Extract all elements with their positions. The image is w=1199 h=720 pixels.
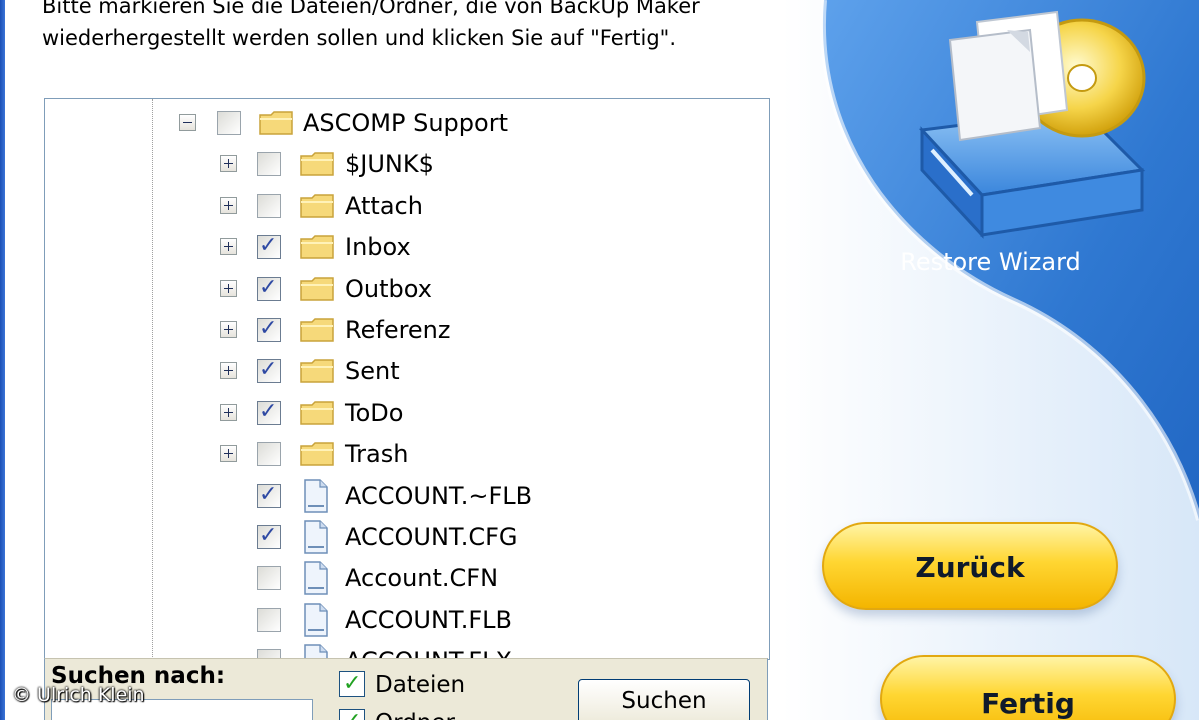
tree-item-folder[interactable]: Trash [45, 434, 725, 474]
checkmark-icon: ✓ [259, 274, 278, 300]
tree-item-folder[interactable]: ✓ Inbox [45, 227, 725, 267]
tree-checkbox[interactable]: ✓ [257, 398, 281, 425]
tree-item-label: $JUNK$ [345, 150, 434, 179]
folder-icon [300, 359, 334, 384]
checkmark-icon: ✓ [259, 481, 278, 507]
folder-icon [300, 235, 334, 259]
file-icon [304, 603, 328, 637]
collapse-icon[interactable] [179, 114, 196, 131]
tree-item-file[interactable]: ACCOUNT.FLB [45, 600, 725, 640]
tree-item-file[interactable]: ✓ ACCOUNT.~FLB [45, 476, 725, 516]
tree-item-folder[interactable]: Attach [45, 186, 725, 226]
back-button-label: Zurück [915, 551, 1025, 584]
checkmark-icon: ✓ [259, 523, 278, 548]
tree-checkbox[interactable]: ✓ [257, 481, 281, 508]
expand-icon[interactable] [220, 403, 237, 421]
tree-item-label: Sent [345, 357, 400, 386]
tree-item-folder[interactable]: ✓ ToDo [45, 393, 725, 433]
option-files-label: Dateien [375, 672, 466, 698]
tree-item-folder[interactable]: ✓ Outbox [45, 269, 725, 309]
folder-icon [259, 111, 293, 135]
search-panel: Suchen nach: ✓ Dateien ✓ Ordner Suchen [44, 658, 768, 720]
checkmark-icon: ✓ [343, 707, 361, 720]
tree-checkbox[interactable] [257, 566, 281, 591]
tree-item-label: Referenz [345, 316, 451, 344]
search-button[interactable]: Suchen [578, 679, 750, 720]
checkmark-icon: ✓ [259, 316, 278, 341]
file-icon [304, 561, 328, 596]
expand-icon[interactable] [220, 238, 237, 256]
tree-item-label: Attach [345, 191, 423, 220]
tree-checkbox[interactable]: ✓ [257, 316, 281, 342]
finish-button[interactable]: Fertig [880, 655, 1176, 720]
file-icon [304, 520, 328, 554]
folder-icon [300, 194, 334, 218]
option-folders-label: Ordner [375, 709, 455, 720]
tree-item-root[interactable]: ASCOMP Support [45, 103, 725, 143]
tree-checkbox[interactable]: ✓ [257, 357, 281, 384]
tree-checkbox[interactable] [217, 111, 241, 135]
restore-wizard-window: Bitte markieren Sie die Dateien/Ordner, … [0, 0, 1199, 720]
checkmark-icon: ✓ [343, 671, 362, 696]
file-icon [304, 478, 328, 513]
search-button-label: Suchen [621, 688, 707, 714]
expand-icon[interactable] [220, 445, 237, 463]
tree-item-label: ToDo [345, 398, 404, 427]
tree-checkbox[interactable]: ✓ [257, 233, 281, 260]
file-tree-view[interactable]: ASCOMP Support $JUNK$ Attach ✓ Inbox ✓ Outbox ✓… [44, 98, 770, 660]
expand-icon[interactable] [220, 321, 237, 338]
instruction-line-2: wiederhergestellt werden sollen und klic… [42, 26, 677, 50]
tree-item-label: Trash [345, 440, 409, 469]
tree-checkbox[interactable] [257, 193, 281, 218]
tree-item-folder[interactable]: ✓ Sent [45, 351, 725, 391]
expand-icon[interactable] [220, 362, 237, 380]
expand-icon[interactable] [220, 155, 237, 173]
folder-icon [300, 276, 334, 301]
tree-checkbox[interactable] [257, 152, 281, 177]
instruction-text: Bitte markieren Sie die Dateien/Ordner, … [42, 0, 802, 54]
tree-item-label: Outbox [345, 274, 432, 303]
back-button[interactable]: Zurück [822, 522, 1118, 610]
copyright-watermark: © Ulrich Klein [12, 684, 145, 706]
wizard-side-panel: Restore Wizard Zurück Fertig [782, 0, 1199, 720]
tree-item-label: ASCOMP Support [303, 109, 508, 137]
wizard-background [782, 0, 1199, 720]
checkbox-box[interactable]: ✓ [339, 671, 365, 697]
tree-item-folder[interactable]: $JUNK$ [45, 144, 725, 184]
tree-checkbox[interactable]: ✓ [257, 523, 281, 549]
instruction-line-1: Bitte markieren Sie die Dateien/Ordner, … [42, 0, 700, 18]
window-left-border [0, 0, 5, 720]
tree-checkbox[interactable] [257, 607, 281, 632]
tree-item-folder[interactable]: ✓ Referenz [45, 310, 725, 350]
expand-icon[interactable] [220, 196, 237, 214]
tree-item-label: ACCOUNT.CFG [345, 523, 518, 551]
tree-item-file[interactable]: ✓ ACCOUNT.CFG [45, 517, 725, 557]
tree-item-label: Inbox [345, 233, 411, 262]
checkmark-icon: ✓ [259, 233, 278, 259]
folder-icon [300, 442, 334, 466]
checkbox-box[interactable]: ✓ [339, 709, 365, 720]
wizard-caption: Restore Wizard [900, 248, 1081, 276]
finish-button-label: Fertig [981, 687, 1075, 720]
checkmark-icon: ✓ [259, 398, 278, 424]
tree-item-label: ACCOUNT.FLB [345, 605, 513, 634]
tree-checkbox[interactable] [257, 442, 281, 467]
folder-icon [300, 318, 334, 342]
tree-checkbox[interactable]: ✓ [257, 274, 281, 301]
tree-item-label: ACCOUNT.~FLB [345, 481, 533, 510]
folder-icon [300, 152, 334, 177]
tree-item-file[interactable]: Account.CFN [45, 558, 725, 598]
folder-icon [300, 401, 334, 425]
checkmark-icon: ✓ [259, 357, 278, 383]
expand-icon[interactable] [220, 279, 237, 297]
tree-item-label: Account.CFN [345, 564, 499, 593]
